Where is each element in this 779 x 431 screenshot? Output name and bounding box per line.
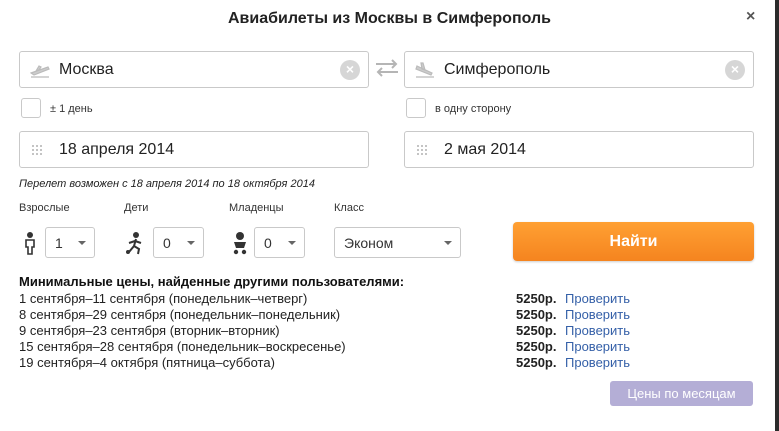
price-row-dates: 1 сентября–11 сентября (понедельник–четв… [19,291,308,306]
check-price-link[interactable]: Проверить [565,355,630,370]
price-row-dates: 15 сентября–28 сентября (понедельник–вос… [19,339,346,354]
check-price-link[interactable]: Проверить [565,307,630,322]
adult-icon [25,232,35,255]
price-row-price: 5250р. [516,323,557,338]
clear-to-icon[interactable]: × [725,60,745,80]
price-row-dates: 8 сентября–29 сентября (понедельник–поне… [19,307,341,322]
one-way-checkbox[interactable] [406,98,426,118]
children-value: 0 [163,235,171,251]
flex-dates-label: ± 1 день [50,103,93,115]
adults-value: 1 [55,235,63,251]
calendar-icon [32,145,42,155]
infants-select[interactable]: 0 [254,227,305,258]
class-label: Класс [334,202,364,214]
price-row: 15 сентября–28 сентября (понедельник–вос… [19,339,759,356]
price-row-price: 5250р. [516,339,557,354]
to-city-field[interactable]: Симферополь × [404,51,754,88]
infant-icon [233,232,247,255]
depart-date-value: 18 апреля 2014 [59,141,175,158]
chevron-down-icon [78,241,86,245]
flex-dates-checkbox[interactable] [21,98,41,118]
chevron-down-icon [187,241,195,245]
from-city-field[interactable]: Москва × [19,51,369,88]
clear-from-icon[interactable]: × [340,60,360,80]
chevron-down-icon [288,241,296,245]
plane-landing-icon [415,62,434,78]
infants-label: Младенцы [229,202,284,214]
price-row-price: 5250р. [516,307,557,322]
search-button[interactable]: Найти [513,222,754,261]
price-row: 19 сентября–4 октября (пятница–суббота) … [19,355,759,372]
price-row-dates: 19 сентября–4 октября (пятница–суббота) [19,355,275,370]
children-label: Дети [124,202,149,214]
infants-value: 0 [264,235,272,251]
chevron-down-icon [444,241,452,245]
close-icon[interactable]: × [746,8,755,26]
depart-date-field[interactable]: 18 апреля 2014 [19,131,369,168]
child-icon [126,232,142,255]
class-value: Эконом [344,235,394,251]
min-prices-heading: Минимальные цены, найденные другими поль… [19,274,405,289]
check-price-link[interactable]: Проверить [565,339,630,354]
one-way-label: в одну сторону [435,103,512,115]
adults-select[interactable]: 1 [45,227,95,258]
check-price-link[interactable]: Проверить [565,323,630,338]
class-select[interactable]: Эконом [334,227,461,258]
calendar-icon [417,145,427,155]
price-row-price: 5250р. [516,355,557,370]
adults-label: Взрослые [19,202,70,214]
flight-availability-note: Перелет возможен с 18 апреля 2014 по 18 … [19,178,315,190]
return-date-field[interactable]: 2 мая 2014 [404,131,754,168]
plane-takeoff-icon [30,65,50,78]
price-row: 8 сентября–29 сентября (понедельник–поне… [19,307,759,324]
from-city-value: Москва [59,61,114,78]
children-select[interactable]: 0 [153,227,204,258]
return-date-value: 2 мая 2014 [444,141,526,158]
price-row-price: 5250р. [516,291,557,306]
price-row-dates: 9 сентября–23 сентября (вторник–вторник) [19,323,280,338]
window-edge [775,0,779,431]
dialog-title: Авиабилеты из Москвы в Симферополь [228,10,551,27]
prices-by-month-button[interactable]: Цены по месяцам [610,381,753,406]
price-row: 9 сентября–23 сентября (вторник–вторник)… [19,323,759,340]
to-city-value: Симферополь [444,61,551,78]
check-price-link[interactable]: Проверить [565,291,630,306]
price-row: 1 сентября–11 сентября (понедельник–четв… [19,291,759,308]
swap-icon[interactable] [374,58,400,78]
